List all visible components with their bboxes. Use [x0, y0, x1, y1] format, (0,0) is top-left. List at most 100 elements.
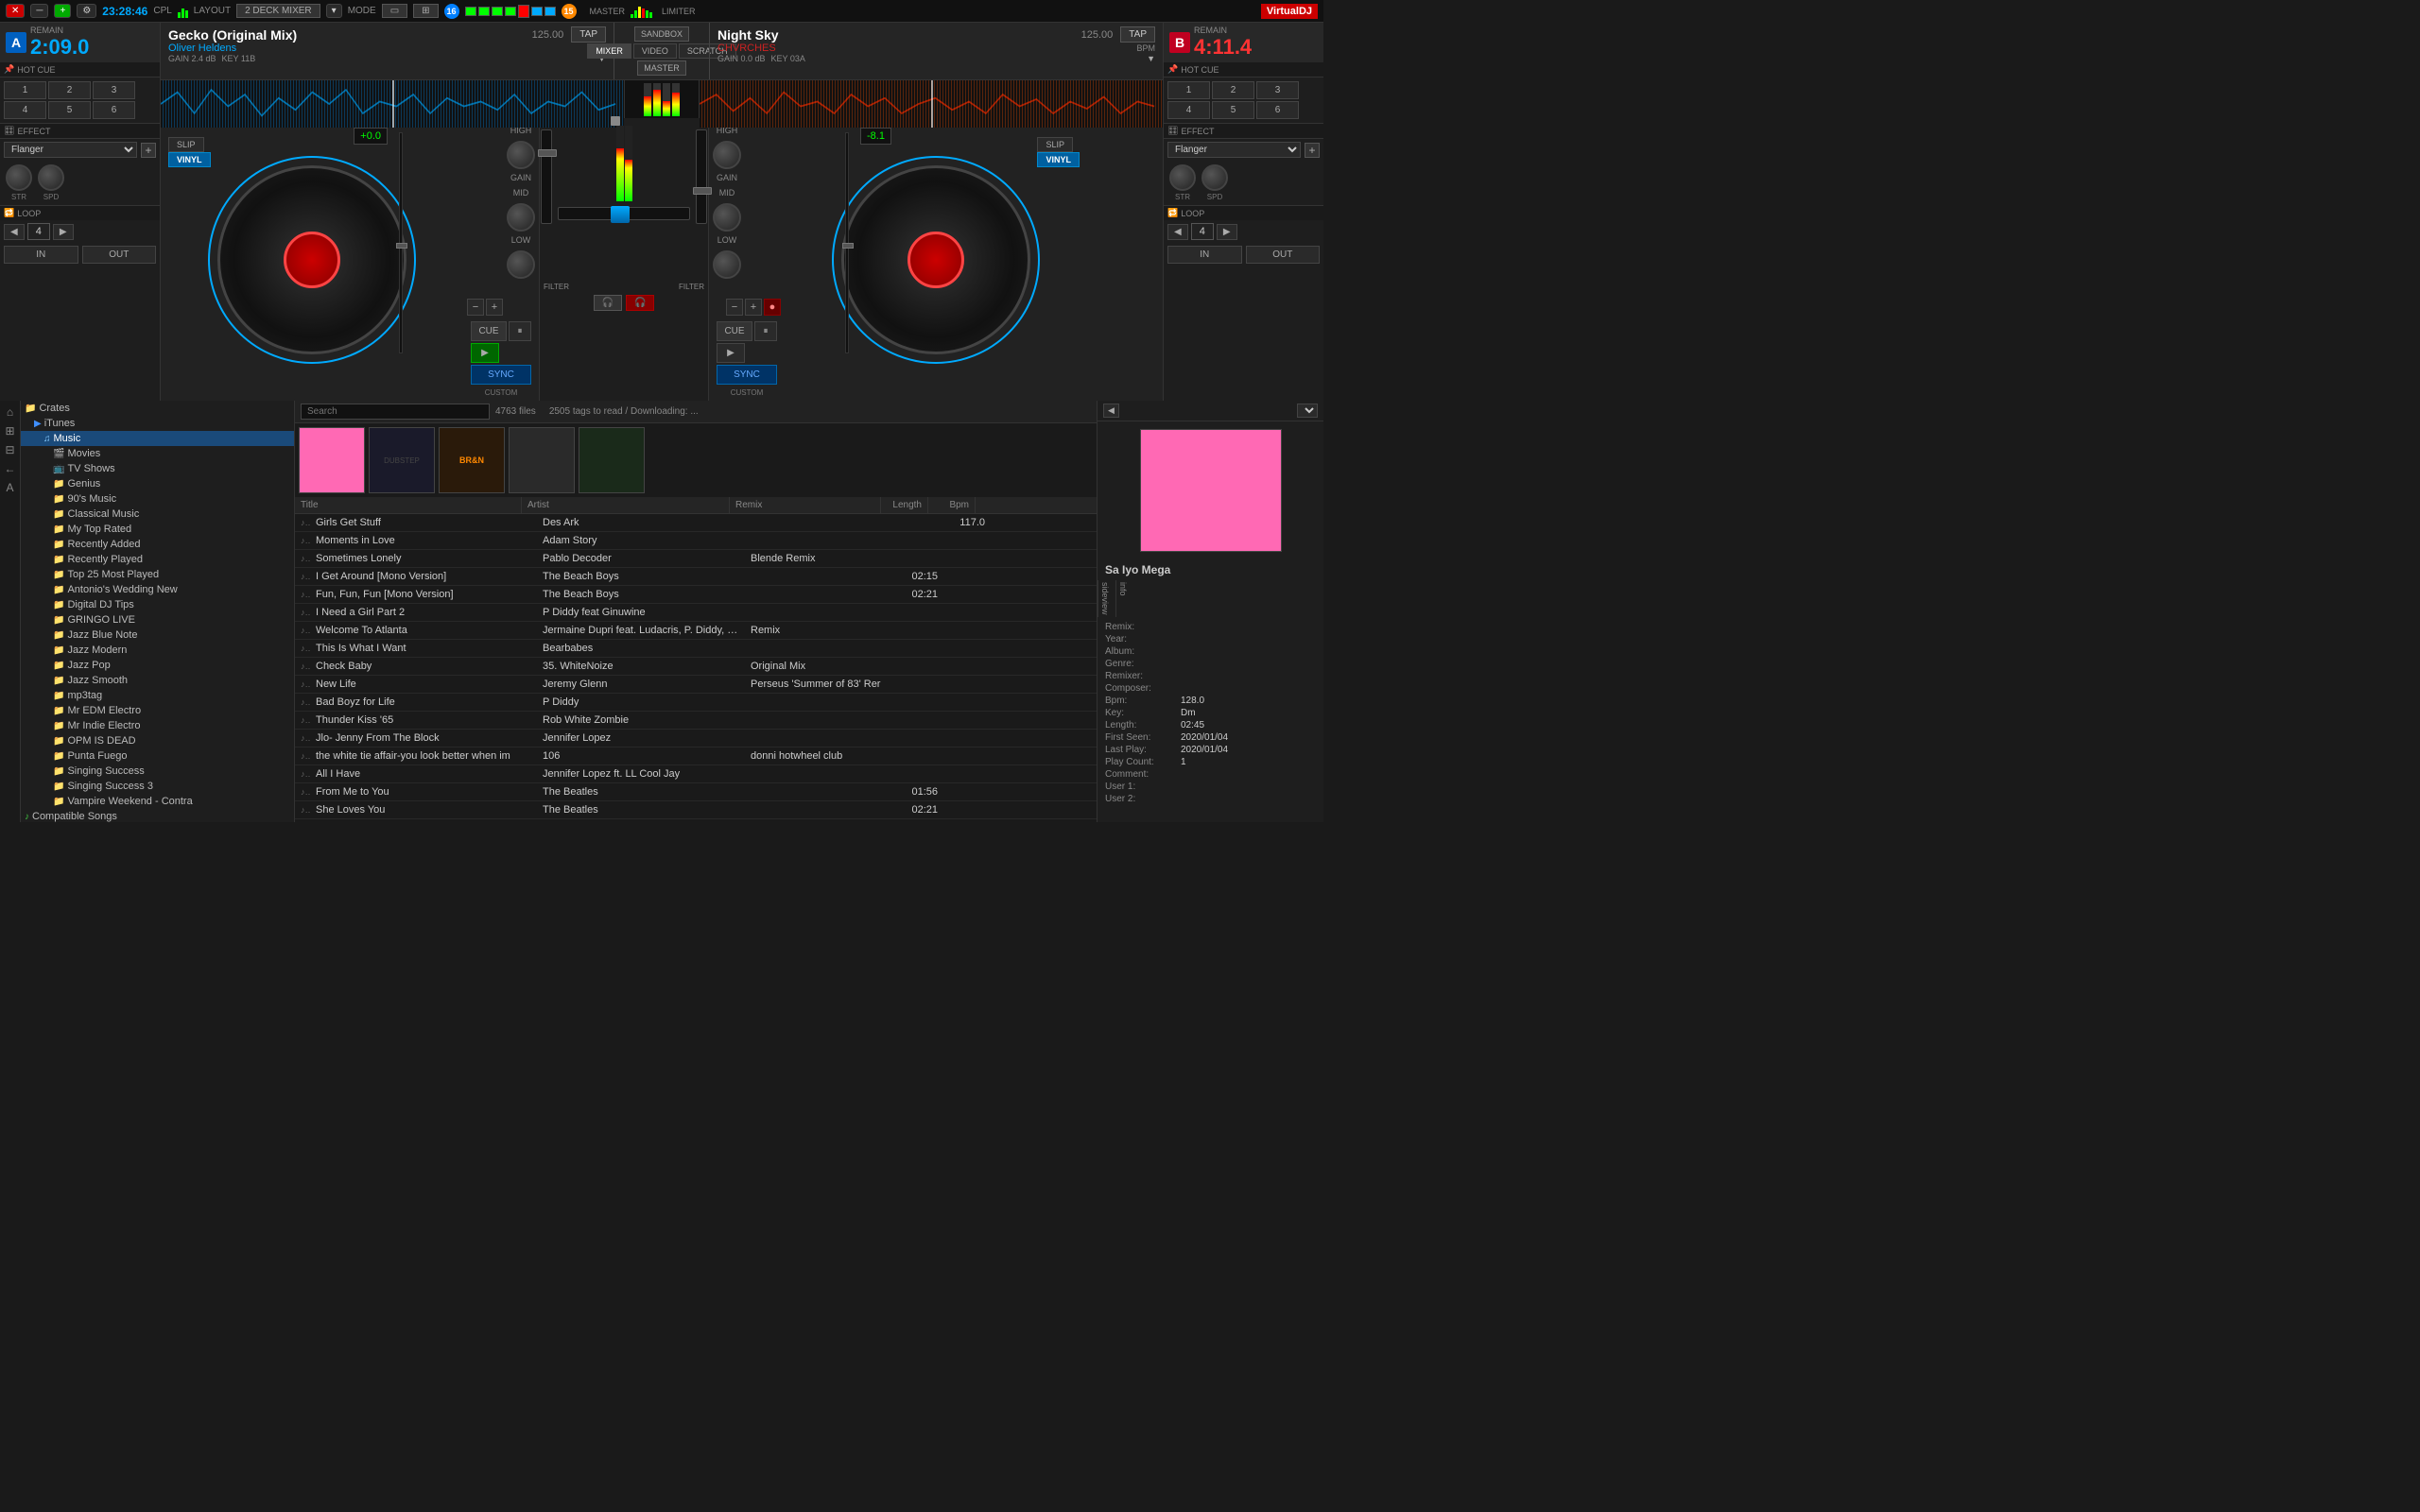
track-row[interactable]: ♪ Moments in Love Adam Story	[295, 532, 1097, 550]
track-row[interactable]: ♪ the white tie affair-you look better w…	[295, 747, 1097, 765]
loop-a-out[interactable]: OUT	[82, 246, 157, 264]
eq-left-high[interactable]	[507, 141, 535, 169]
pitch-slider-b[interactable]	[845, 132, 849, 353]
slip-a-button[interactable]: SLIP	[168, 137, 204, 152]
loop-a-forward[interactable]: ▶	[53, 224, 74, 240]
album-thumb-2[interactable]: DUBSTEP	[369, 427, 435, 493]
minimize-button[interactable]: ─	[30, 4, 48, 18]
sidebar-item-recentlyadded[interactable]: 📁 Recently Added	[21, 537, 294, 552]
track-row[interactable]: ♪ I Need a Girl Part 2 P Diddy feat Ginu…	[295, 604, 1097, 622]
sidebar-item-antonio[interactable]: 📁 Antonio's Wedding New	[21, 582, 294, 597]
cue-a-btn-4[interactable]: 4	[4, 101, 46, 119]
sidebar-item-tvshows[interactable]: 📺 TV Shows	[21, 461, 294, 476]
slip-b-button[interactable]: SLIP	[1037, 137, 1073, 152]
track-row[interactable]: ♪ I Get Around [Mono Version] The Beach …	[295, 568, 1097, 586]
nav-icon-arrow[interactable]: ←	[2, 460, 18, 477]
pause-b-button[interactable]: ⏸	[754, 321, 777, 341]
sidebar-item-jazzmodern[interactable]: 📁 Jazz Modern	[21, 643, 294, 658]
effect-a-select[interactable]: Flanger	[4, 142, 137, 158]
layout-mode-button[interactable]: 2 DECK MIXER	[236, 4, 320, 18]
play-b-button[interactable]: ▶	[717, 343, 745, 363]
eq-left-low[interactable]	[507, 250, 535, 279]
sidebar-item-music[interactable]: ♫ Music	[21, 431, 294, 446]
sidebar-item-digitaldj[interactable]: 📁 Digital DJ Tips	[21, 597, 294, 612]
effect-b-select[interactable]: Flanger	[1167, 142, 1301, 158]
headphone-left[interactable]: 🎧	[594, 295, 622, 311]
deck-a-plus[interactable]: +	[486, 299, 503, 316]
sidebar-item-compatible[interactable]: ♪ Compatible Songs	[21, 809, 294, 822]
track-row[interactable]: ♪ I Want to Hold Your Hand The Beatles 0…	[295, 819, 1097, 822]
deck-b-str-knob[interactable]	[1169, 164, 1196, 191]
sidebar-item-jazzbluenote[interactable]: 📁 Jazz Blue Note	[21, 627, 294, 643]
sync-b-button[interactable]: SYNC	[717, 365, 777, 385]
sync-a-button[interactable]: SYNC	[471, 365, 531, 385]
sidebar-item-opm[interactable]: 📁 OPM IS DEAD	[21, 733, 294, 748]
track-row[interactable]: ♪ New Life Jeremy Glenn Perseus 'Summer …	[295, 676, 1097, 694]
search-input[interactable]	[301, 404, 490, 420]
deck-b-end[interactable]: ●	[764, 299, 781, 316]
track-row[interactable]: ♪ She Loves You The Beatles 02:21	[295, 801, 1097, 819]
right-panel-left-arrow[interactable]: ◀	[1103, 404, 1119, 418]
effect-b-add[interactable]: +	[1305, 143, 1320, 158]
sidebar-item-top25[interactable]: 📁 Top 25 Most Played	[21, 567, 294, 582]
sidebar-item-90s[interactable]: 📁 90's Music	[21, 491, 294, 507]
maximize-button[interactable]: +	[54, 4, 71, 18]
fader-left[interactable]	[541, 129, 552, 224]
play-a-button[interactable]: ▶	[471, 343, 499, 363]
nav-icon-search[interactable]: ⊞	[2, 422, 18, 439]
sidebar-item-genius[interactable]: 📁 Genius	[21, 476, 294, 491]
cue-a-btn-3[interactable]: 3	[93, 81, 135, 99]
track-row[interactable]: ♪ From Me to You The Beatles 01:56	[295, 783, 1097, 801]
eq-left-mid[interactable]	[507, 203, 535, 232]
mode-button-1[interactable]: ▭	[382, 4, 407, 18]
sidebar-item-jazzsmooth[interactable]: 📁 Jazz Smooth	[21, 673, 294, 688]
cue-b-transport[interactable]: CUE	[717, 321, 752, 341]
fader-right[interactable]	[696, 129, 707, 224]
cue-b-btn-3[interactable]: 3	[1256, 81, 1299, 99]
nav-icon-filter[interactable]: ⊟	[2, 441, 18, 458]
track-row[interactable]: ♪ Fun, Fun, Fun [Mono Version] The Beach…	[295, 586, 1097, 604]
sidebar-item-crates[interactable]: 📁 Crates	[21, 401, 294, 416]
sidebar-item-jazzpop[interactable]: 📁 Jazz Pop	[21, 658, 294, 673]
track-row[interactable]: ♪ Welcome To Atlanta Jermaine Dupri feat…	[295, 622, 1097, 640]
deck-a-str-knob[interactable]	[6, 164, 32, 191]
sidebar-item-toprated[interactable]: 📁 My Top Rated	[21, 522, 294, 537]
track-row[interactable]: ♪ This Is What I Want Bearbabes	[295, 640, 1097, 658]
turntable-a[interactable]	[217, 165, 406, 354]
cue-b-btn-6[interactable]: 6	[1256, 101, 1299, 119]
deck-a-spd-knob[interactable]	[38, 164, 64, 191]
sidebar-item-itunes[interactable]: ▶ iTunes	[21, 416, 294, 431]
sidebar-item-vampire[interactable]: 📁 Vampire Weekend - Contra	[21, 794, 294, 809]
cue-a-btn-5[interactable]: 5	[48, 101, 91, 119]
nav-icon-a[interactable]: A	[2, 479, 18, 496]
sidebar-item-recentlyplayed[interactable]: 📁 Recently Played	[21, 552, 294, 567]
deck-b-plus[interactable]: +	[745, 299, 762, 316]
album-thumb-1[interactable]	[299, 427, 365, 493]
deck-b-tap[interactable]: TAP	[1120, 26, 1155, 43]
loop-b-out[interactable]: OUT	[1246, 246, 1321, 264]
pause-a-button[interactable]: ⏸	[509, 321, 531, 341]
track-row[interactable]: ♪ Thunder Kiss '65 Rob White Zombie	[295, 712, 1097, 730]
album-thumb-3[interactable]: BR&N	[439, 427, 505, 493]
deck-a-tap[interactable]: TAP	[571, 26, 606, 43]
sidebar-item-gringo[interactable]: 📁 GRINGO LIVE	[21, 612, 294, 627]
deck-a-minus[interactable]: −	[467, 299, 484, 316]
loop-a-back[interactable]: ◀	[4, 224, 25, 240]
mode-button-2[interactable]: ⊞	[413, 4, 438, 18]
album-thumb-4[interactable]	[509, 427, 575, 493]
effect-a-add[interactable]: +	[141, 143, 156, 158]
track-row[interactable]: ♪ Check Baby 35. WhiteNoize Original Mix	[295, 658, 1097, 676]
sidebar-item-singing[interactable]: 📁 Singing Success	[21, 764, 294, 779]
mixer-tab[interactable]: MIXER	[587, 43, 631, 59]
loop-a-in[interactable]: IN	[4, 246, 78, 264]
loop-b-back[interactable]: ◀	[1167, 224, 1188, 240]
settings-button[interactable]: ⚙	[77, 4, 96, 18]
crossfader[interactable]	[558, 207, 690, 220]
sidebar-item-singing3[interactable]: 📁 Singing Success 3	[21, 779, 294, 794]
master-button[interactable]: MASTER	[637, 60, 686, 76]
sidebar-item-movies[interactable]: 🎬 Movies	[21, 446, 294, 461]
cue-a-btn-1[interactable]: 1	[4, 81, 46, 99]
cue-b-btn-1[interactable]: 1	[1167, 81, 1210, 99]
loop-b-in[interactable]: IN	[1167, 246, 1242, 264]
close-button[interactable]: ✕	[6, 4, 25, 18]
